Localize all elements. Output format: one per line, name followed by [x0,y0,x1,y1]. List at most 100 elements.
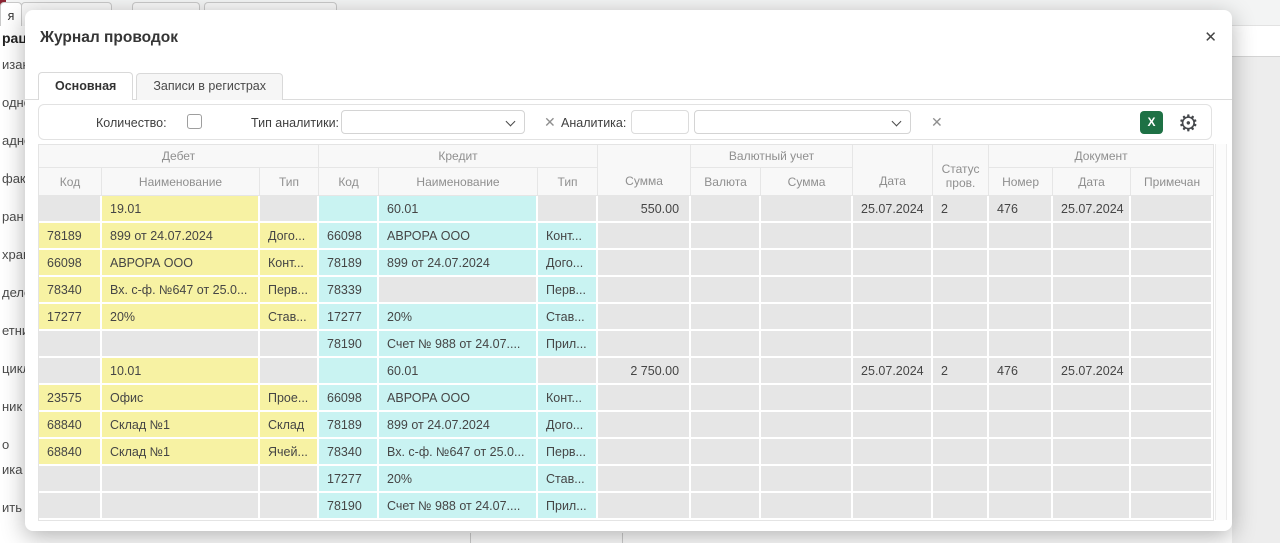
cell-currency [691,196,761,223]
cell-currency [691,304,761,331]
background-grid-line [470,533,471,543]
analytics-input[interactable] [631,110,689,134]
journal-row[interactable]: 19.0160.01550.0025.07.2024247625.07.2024 [39,196,1213,223]
background-sidebar-fragment: рац [2,30,27,46]
background-sidebar-fragment: ник [2,399,22,414]
cell-note [1131,277,1213,304]
cell-currency [691,412,761,439]
cell-note [1131,331,1213,358]
cell-note [1131,412,1213,439]
cell-note [1131,493,1213,520]
cell-credit-code: 17277 [319,304,379,331]
cell-currency-sum [761,493,853,520]
quantity-label: Количество: [96,116,167,130]
cell-currency [691,277,761,304]
cell-sum [598,385,691,412]
cell-credit-code: 78190 [319,331,379,358]
gear-icon[interactable]: ⚙ [1178,108,1199,138]
chevron-down-icon [506,117,516,127]
quantity-checkbox[interactable] [187,114,202,129]
analytics-type-select[interactable] [341,110,525,134]
cell-credit-name: 899 от 24.07.2024 [379,250,538,277]
cell-debit-name [102,493,260,520]
cell-debit-name: 10.01 [102,358,260,385]
col-debit-name: Наименование [102,168,260,196]
cell-status [933,304,989,331]
clear-analytics-icon[interactable]: ✕ [931,115,943,129]
journal-table-wrap: Дебет Кредит Сумма Валютный учет Дата Ст… [38,144,1214,521]
background-sidebar: рацизакодноаднофактранхранделеетнициклни… [0,26,25,543]
cell-currency-sum [761,277,853,304]
cell-debit-code: 78340 [39,277,102,304]
cell-credit-name: 60.01 [379,358,538,385]
cell-debit-name [102,331,260,358]
cell-note [1131,385,1213,412]
journal-row[interactable]: 1727720%Став...1727720%Став... [39,304,1213,331]
col-group-document: Документ [989,145,1213,168]
cell-credit-name: 899 от 24.07.2024 [379,412,538,439]
background-sidebar-fragment: ить [2,500,22,515]
tab-main[interactable]: Основная [38,72,133,100]
cell-note [1131,196,1213,223]
vertical-scrollbar[interactable] [1215,144,1227,520]
cell-doc-number [989,223,1053,250]
col-doc-date: Дата [1053,168,1131,196]
cell-status: 2 [933,196,989,223]
cell-credit-code: 17277 [319,466,379,493]
cell-currency-sum [761,358,853,385]
cell-note [1131,358,1213,385]
cell-sum [598,277,691,304]
journal-row[interactable]: 68840Склад №1Ячей...78340Вх. с-ф. №647 о… [39,439,1213,466]
cell-debit-type: Конт... [260,250,319,277]
cell-status [933,223,989,250]
tab-register-records[interactable]: Записи в регистрах [136,73,283,100]
cell-credit-code: 78190 [319,493,379,520]
cell-credit-type: Дого... [538,250,598,277]
cell-status [933,439,989,466]
clear-analytics-type-icon[interactable]: ✕ [544,115,556,129]
cell-credit-code [319,196,379,223]
journal-row[interactable]: 23575ОфисПрое...66098АВРОРА ОООКонт... [39,385,1213,412]
cell-status [933,493,989,520]
cell-doc-number [989,304,1053,331]
cell-doc-number: 476 [989,196,1053,223]
cell-debit-code: 68840 [39,412,102,439]
cell-credit-type: Став... [538,304,598,331]
cell-debit-type: Прое... [260,385,319,412]
journal-row[interactable]: 68840Склад №1Склад78189899 от 24.07.2024… [39,412,1213,439]
journal-dialog: Журнал проводок ✕ Основная Записи в реги… [25,10,1232,531]
journal-row[interactable]: 66098АВРОРА ОООКонт...78189899 от 24.07.… [39,250,1213,277]
cell-debit-code [39,466,102,493]
cell-doc-date [1053,277,1131,304]
journal-row[interactable]: 78190Счет № 988 от 24.07....Прил... [39,331,1213,358]
cell-doc-date: 25.07.2024 [1053,358,1131,385]
journal-row[interactable]: 78189899 от 24.07.2024Дого...66098АВРОРА… [39,223,1213,250]
cell-credit-type: Став... [538,466,598,493]
cell-date [853,493,933,520]
excel-export-button[interactable]: X [1140,111,1163,134]
cell-sum [598,304,691,331]
cell-credit-type: Перв... [538,439,598,466]
cell-note [1131,439,1213,466]
cell-currency [691,466,761,493]
cell-credit-type [538,196,598,223]
cell-currency-sum [761,196,853,223]
cell-sum [598,412,691,439]
cell-debit-type: Перв... [260,277,319,304]
journal-row[interactable]: 10.0160.012 750.0025.07.2024247625.07.20… [39,358,1213,385]
analytics-type-label: Тип аналитики: [251,116,339,130]
cell-credit-type: Конт... [538,385,598,412]
close-icon[interactable]: ✕ [1204,30,1217,45]
filter-bar: Количество: Тип аналитики: ✕ Аналитика: … [38,104,1212,140]
cell-credit-code: 78340 [319,439,379,466]
analytics-select[interactable] [694,110,911,134]
journal-row[interactable]: 78340Вх. с-ф. №647 от 25.0...Перв...7833… [39,277,1213,304]
journal-row[interactable]: 78190Счет № 988 от 24.07....Прил... [39,493,1213,520]
cell-date [853,385,933,412]
col-debit-type: Тип [260,168,319,196]
cell-credit-code [319,358,379,385]
background-tab-active[interactable]: я [0,2,22,28]
cell-doc-number [989,493,1053,520]
col-group-currency: Валютный учет [691,145,853,168]
journal-row[interactable]: 1727720%Став... [39,466,1213,493]
